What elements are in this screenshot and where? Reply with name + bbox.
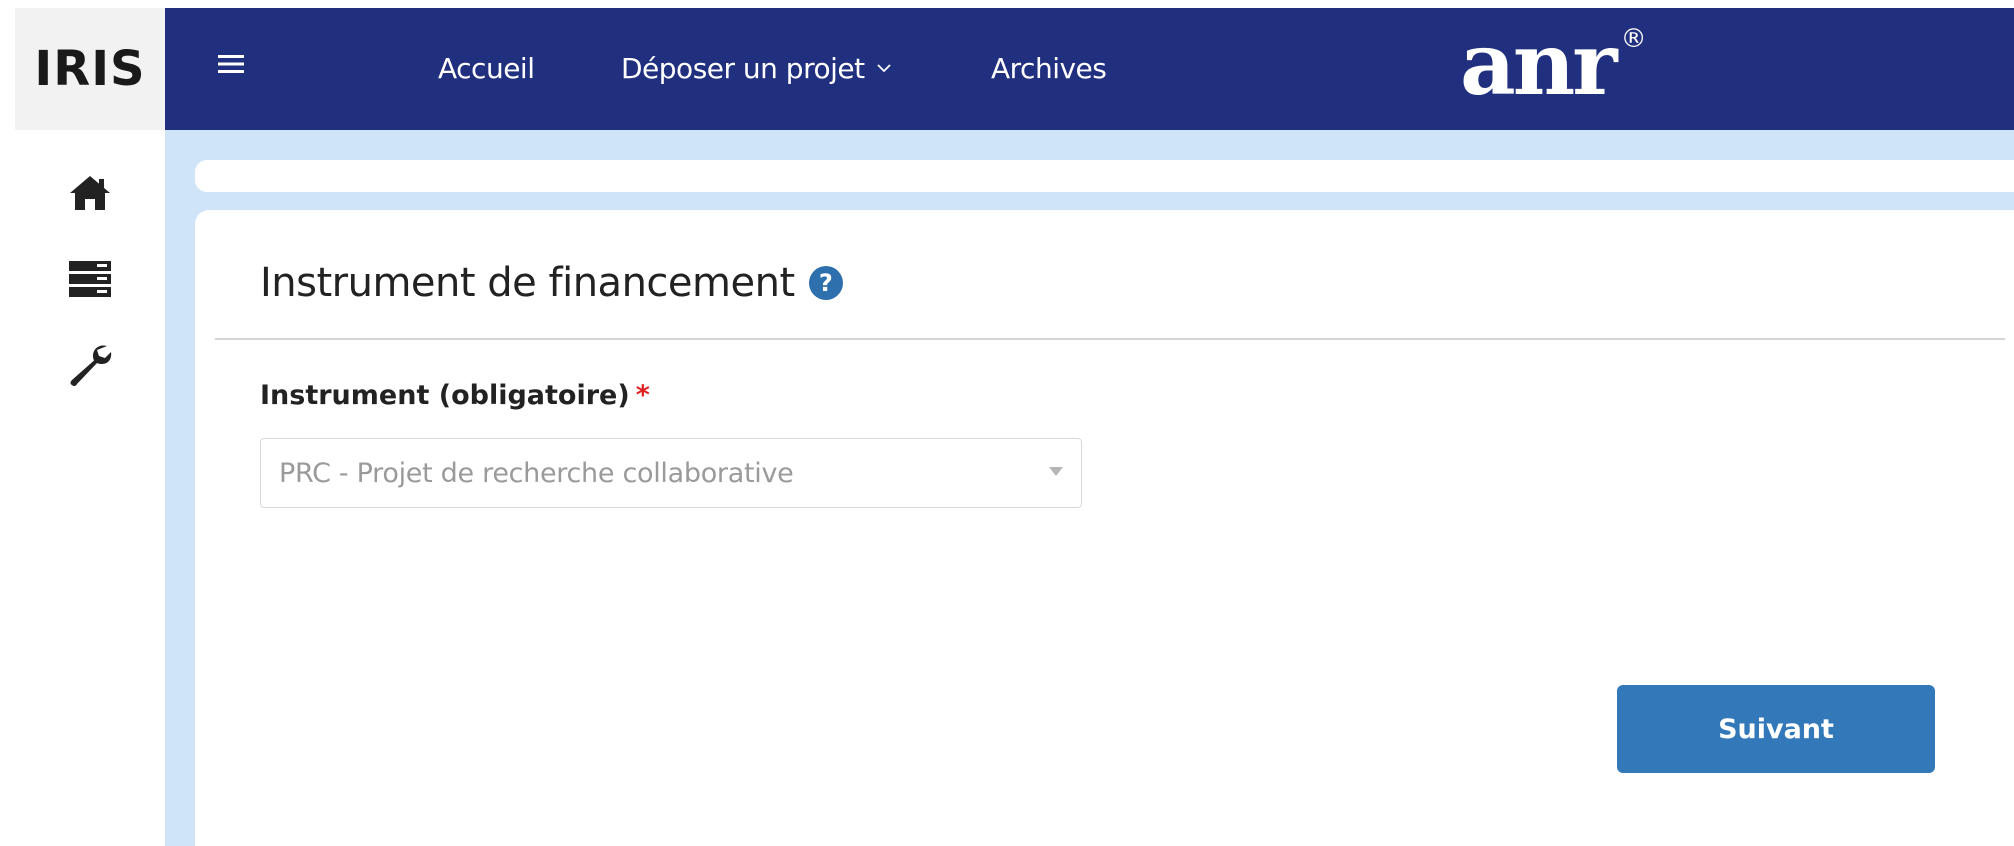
sidebar-item-dashboard[interactable] [55,244,125,314]
nav-home-link[interactable]: Accueil [438,48,535,88]
server-icon [67,259,113,299]
sidebar-item-home[interactable] [55,158,125,228]
hamburger-icon [218,53,244,79]
next-button[interactable]: Suivant [1617,685,1935,773]
caret-down-icon [1049,467,1063,476]
brand-logo[interactable]: IRIS [15,8,165,130]
app-window: IRIS Accueil Déposer un projet Archives … [0,0,2014,846]
breadcrumb-bar [195,160,2014,192]
menu-toggle-button[interactable] [211,46,251,86]
home-icon [68,173,112,213]
sidebar-item-tools[interactable] [55,330,125,400]
chevron-down-icon [876,63,891,73]
main-content: Instrument de financement ? Instrument (… [165,130,2014,846]
help-icon[interactable]: ? [808,266,843,300]
nav-archives-link[interactable]: Archives [991,48,1107,88]
section-title-text: Instrument de financement [260,260,795,306]
nav-submit-project-label: Déposer un projet [621,51,865,85]
nav-submit-project-dropdown[interactable]: Déposer un projet [621,48,891,88]
instrument-select[interactable]: PRC - Projet de recherche collaborative [260,438,1082,508]
wrench-icon [67,342,113,388]
sidebar: IRIS [15,8,165,846]
section-title: Instrument de financement ? [260,260,843,306]
form-card: Instrument de financement ? Instrument (… [195,210,2014,846]
anr-logo-text: anr [1460,14,1618,115]
top-navbar: Accueil Déposer un projet Archives anr ® [165,8,2014,130]
section-divider [215,338,2005,340]
instrument-label: Instrument (obligatoire) * [260,380,650,411]
anr-logo[interactable]: anr ® [1460,20,1647,110]
registered-mark: ® [1620,24,1647,54]
instrument-label-text: Instrument (obligatoire) [260,380,630,411]
required-marker: * [635,380,650,411]
instrument-select-value: PRC - Projet de recherche collaborative [279,457,794,489]
